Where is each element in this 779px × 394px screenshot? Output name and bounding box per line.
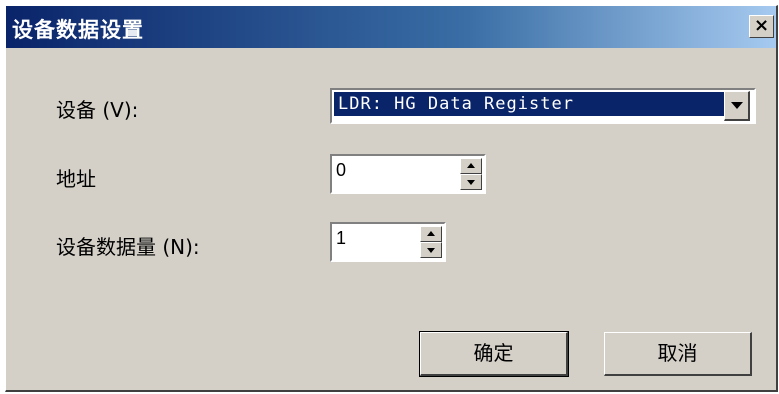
device-label: 设备 (V):	[56, 98, 139, 122]
device-dropdown-button[interactable]	[724, 91, 750, 121]
address-spin-up-button[interactable]	[460, 158, 482, 174]
address-value: 0	[336, 160, 347, 180]
ok-button[interactable]: 确定	[419, 331, 569, 377]
address-input[interactable]: 0	[330, 154, 486, 194]
dialog-title: 设备数据设置	[12, 18, 144, 42]
spin-up-icon	[427, 231, 435, 236]
address-label: 地址	[56, 167, 96, 191]
spin-down-icon	[467, 180, 475, 185]
count-label: 设备数据量 (N):	[56, 235, 200, 259]
count-spin-up-button[interactable]	[420, 226, 442, 242]
spin-down-icon	[427, 248, 435, 253]
device-select[interactable]: LDR: HG Data Register	[330, 88, 756, 124]
spin-up-icon	[467, 163, 475, 168]
address-spin-down-button[interactable]	[460, 174, 482, 190]
count-spin-down-button[interactable]	[420, 242, 442, 258]
close-icon: ×	[753, 15, 770, 36]
device-data-dialog: 设备数据设置 × 设备 (V): LDR: HG Data Register 地…	[5, 5, 778, 392]
device-select-value: LDR: HG Data Register	[333, 91, 725, 117]
cancel-button[interactable]: 取消	[604, 332, 752, 376]
count-input[interactable]: 1	[330, 222, 446, 262]
chevron-down-icon	[731, 102, 743, 109]
close-button[interactable]: ×	[749, 15, 774, 38]
count-value: 1	[336, 228, 347, 248]
title-bar[interactable]: 设备数据设置 ×	[6, 6, 776, 48]
